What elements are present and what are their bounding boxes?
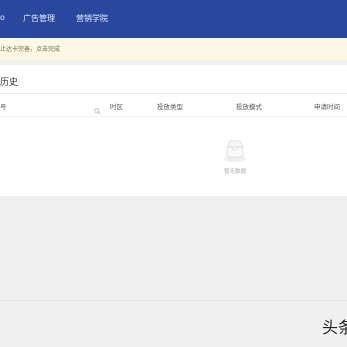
nav-item-marketing-academy[interactable]: 营销学院: [76, 13, 108, 24]
empty-state: 暂无数据: [213, 137, 257, 181]
table-header-divider: [0, 116, 347, 117]
footer-divider: [0, 300, 347, 301]
watermark-logo: 头条: [322, 318, 347, 337]
nav-item-home[interactable]: o: [0, 13, 5, 22]
column-header-timezone: 时区: [110, 103, 123, 111]
top-navigation-bar: o 广告管理 营销学院: [0, 0, 347, 38]
column-header-apply-time: 申请时间: [314, 103, 340, 111]
notice-banner: 止达卡完善，点击完成: [0, 38, 347, 60]
column-header-delivery-type: 投放类型: [157, 103, 183, 111]
column-header-account: 号: [0, 103, 7, 111]
empty-box-icon: [222, 137, 248, 163]
notice-text[interactable]: 止达卡完善，点击完成: [0, 44, 60, 53]
history-panel: 历史 号 时区 投放类型 投放模式 申请时间 暂无数据: [0, 65, 347, 196]
column-header-delivery-mode: 投放模式: [236, 103, 262, 111]
nav-item-ad-management[interactable]: 广告管理: [23, 13, 55, 24]
divider: [0, 93, 347, 94]
panel-title: 历史: [0, 78, 19, 88]
search-icon[interactable]: [94, 100, 101, 115]
table-header: 号 时区 投放类型 投放模式 申请时间: [0, 95, 347, 117]
empty-state-text: 暂无数据: [223, 169, 246, 175]
